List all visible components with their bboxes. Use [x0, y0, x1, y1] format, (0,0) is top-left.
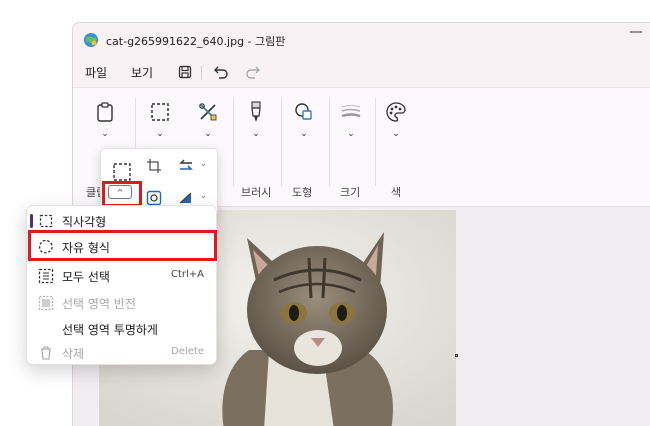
trash-icon — [38, 345, 54, 361]
menu-item-delete[interactable]: 삭제 Delete — [27, 340, 216, 366]
menu-item-label: 선택 영역 투명하게 — [62, 323, 158, 337]
select-all-icon — [38, 268, 54, 284]
chevron-down-icon: ⌄ — [252, 129, 260, 139]
title-bar: cat-g265991622_640.jpg - 그림판 — [73, 23, 650, 57]
chevron-down-icon[interactable]: ⌄ — [200, 191, 207, 200]
tools-group[interactable]: ⌄ — [188, 100, 228, 139]
chevron-down-icon: ⌄ — [204, 129, 212, 139]
rotate-icon[interactable] — [177, 157, 195, 175]
ribbon-divider — [329, 98, 330, 186]
color-label: 색 — [391, 186, 402, 199]
shapes-group[interactable]: ⌄ — [284, 100, 324, 139]
menu-item-label: 모두 선택 — [62, 270, 110, 284]
ribbon-divider — [281, 98, 282, 186]
rectangle-select-icon — [38, 213, 54, 229]
resize-handle[interactable] — [455, 354, 458, 357]
redo-icon[interactable] — [243, 62, 263, 82]
shape-label: 도형 — [292, 186, 313, 199]
selection-dropdown-menu: 직사각형 자유 형식 모두 선택 Ctrl+A 선택 영역 반전 선택 영역 투… — [26, 205, 217, 365]
menu-item-transparent-selection[interactable]: 선택 영역 투명하게 — [27, 316, 216, 342]
brush-label: 브러시 — [241, 186, 272, 199]
clipboard-group[interactable]: ⌄ — [85, 100, 125, 139]
save-icon[interactable] — [175, 62, 195, 82]
chevron-down-icon: ⌄ — [300, 129, 308, 139]
menu-item-label: 삭제 — [62, 347, 85, 361]
menu-item-label: 선택 영역 반전 — [62, 297, 136, 311]
shortcut-text: Ctrl+A — [170, 269, 204, 280]
minimize-icon[interactable] — [630, 31, 642, 33]
chevron-down-icon: ⌄ — [347, 129, 355, 139]
menu-item-invert-selection[interactable]: 선택 영역 반전 — [27, 290, 216, 316]
menu-file[interactable]: 파일 — [85, 64, 107, 81]
invert-selection-icon — [38, 295, 54, 311]
selection-icon — [148, 100, 172, 124]
menu-bar: 파일 보기 — [73, 57, 650, 87]
size-group[interactable]: ⌄ — [331, 100, 371, 139]
color-group[interactable]: ⌄ — [376, 100, 416, 139]
shapes-icon — [292, 100, 316, 124]
undo-icon[interactable] — [211, 62, 231, 82]
highlight-box-freeform — [28, 230, 217, 261]
highlight-box-collapse — [102, 181, 142, 207]
chevron-down-icon[interactable]: ⌄ — [200, 159, 207, 168]
image-group[interactable]: ⌄ — [140, 100, 180, 139]
selection-icon[interactable] — [111, 161, 133, 183]
crop-icon[interactable] — [145, 157, 163, 175]
paint-app-icon — [83, 32, 99, 48]
color-palette-icon — [384, 100, 408, 124]
menu-view[interactable]: 보기 — [131, 64, 153, 81]
size-icon — [339, 100, 363, 124]
chevron-down-icon: ⌄ — [392, 129, 400, 139]
menu-divider — [201, 66, 202, 80]
chevron-down-icon: ⌄ — [156, 129, 164, 139]
ribbon-divider — [233, 98, 234, 186]
chevron-down-icon: ⌄ — [101, 129, 109, 139]
shortcut-text: Delete — [171, 346, 204, 357]
brush-icon — [244, 100, 268, 124]
menu-item-select-all[interactable]: 모두 선택 Ctrl+A — [27, 263, 216, 289]
brush-group[interactable]: ⌄ — [236, 100, 276, 139]
window-title: cat-g265991622_640.jpg - 그림판 — [106, 35, 286, 48]
menu-item-label: 직사각형 — [62, 215, 107, 229]
clipboard-icon — [93, 100, 117, 124]
tools-icon — [196, 100, 220, 124]
size-label: 크기 — [340, 186, 361, 199]
